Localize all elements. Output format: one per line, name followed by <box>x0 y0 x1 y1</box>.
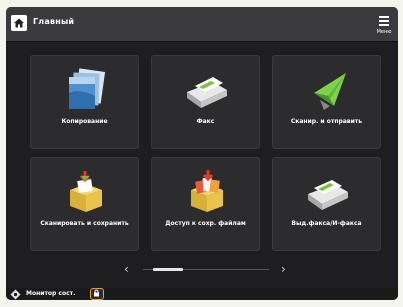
lock-icon <box>94 289 99 297</box>
chevron-left-icon[interactable]: ‹ <box>124 262 129 276</box>
chevron-right-icon[interactable]: › <box>281 262 286 276</box>
menu-button[interactable]: Меню <box>370 7 398 41</box>
stored-files-icon <box>191 170 223 212</box>
status-bar: Монитор сост. <box>6 288 398 300</box>
function-grid: Копирование Факс Сканир. и отправить Ска… <box>30 55 381 251</box>
top-bar: Главный Меню <box>6 7 398 42</box>
status-monitor-label[interactable]: Монитор сост. <box>26 289 75 299</box>
fax-icon <box>187 77 227 108</box>
copy-tile[interactable]: Копирование <box>30 55 139 149</box>
home-icon[interactable] <box>11 15 27 31</box>
tile-label: Сканир. и отправить <box>290 118 363 125</box>
tile-label: Копирование <box>61 118 108 125</box>
menu-icon <box>379 14 389 28</box>
tile-label: Доступ к сохр. файлам <box>165 220 246 227</box>
scan-store-icon <box>70 171 102 212</box>
page-indicator: ‹ › <box>121 260 296 278</box>
tile-label: Выд.факса/И-факса <box>291 220 362 227</box>
fax-tx-icon <box>308 180 348 210</box>
fax-tile[interactable]: Факс <box>151 55 260 149</box>
fax-tx-tile[interactable]: Выд.факса/И-факса <box>272 157 381 251</box>
menu-label: Меню <box>376 28 392 35</box>
tile-label: Факс <box>196 118 215 125</box>
status-monitor-icon[interactable] <box>10 289 21 300</box>
device-screen: Главный Меню Копирование Факс Сканир. и … <box>6 7 398 300</box>
tile-label: Сканировать и сохранить <box>40 220 129 227</box>
stored-files-tile[interactable]: Доступ к сохр. файлам <box>151 157 260 251</box>
scan-send-tile[interactable]: Сканир. и отправить <box>272 55 381 149</box>
copy-icon <box>69 68 106 109</box>
pager-thumb[interactable] <box>153 268 183 271</box>
scan-store-tile[interactable]: Сканировать и сохранить <box>30 157 139 251</box>
scan-send-icon <box>314 73 346 110</box>
page-title: Главный <box>33 17 75 26</box>
lock-button[interactable] <box>90 288 104 300</box>
